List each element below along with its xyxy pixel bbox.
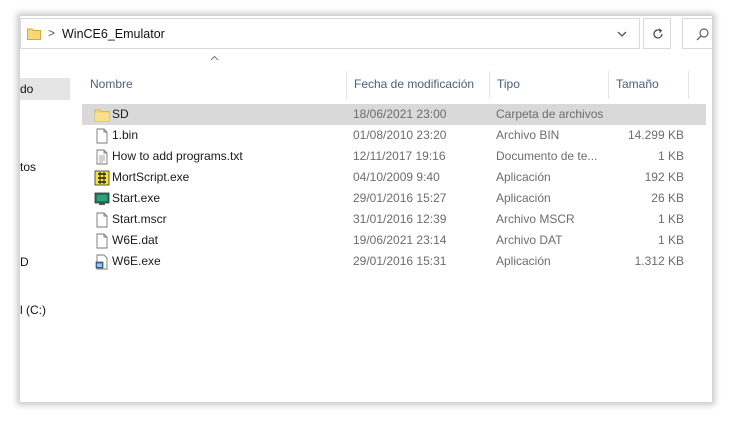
monitor-app-icon	[94, 191, 110, 207]
file-icon	[94, 233, 110, 249]
file-date-modified: 12/11/2017 19:16	[353, 149, 446, 163]
file-type: Carpeta de archivos	[496, 107, 604, 121]
file-row[interactable]: W6E.exe 29/01/2016 15:31 Aplicación 1.312 K…	[82, 251, 706, 272]
nav-item[interactable]: tos	[20, 156, 70, 178]
file-name: How to add programs.txt	[112, 149, 243, 163]
file-date-modified: 19/06/2021 23:14	[353, 233, 447, 247]
search-box[interactable]	[682, 18, 712, 49]
nav-item-label: D	[20, 255, 29, 269]
file-icon	[94, 212, 110, 228]
file-size: 26 KB	[651, 191, 684, 205]
file-size: 1 KB	[657, 233, 684, 247]
search-icon	[696, 28, 709, 41]
file-type: Documento de te...	[496, 149, 598, 163]
file-list: Nombre Fecha de modificación Tipo Tamaño…	[82, 52, 712, 402]
file-date-modified: 18/06/2021 23:00	[353, 107, 447, 121]
file-row[interactable]: Start.mscr 31/01/2016 12:39 Archivo MSCR 1 …	[82, 209, 706, 230]
file-date-modified: 29/01/2016 15:27	[353, 191, 447, 205]
file-date-modified: 01/08/2010 23:20	[353, 128, 447, 142]
column-header-size[interactable]: Tamaño	[608, 69, 688, 99]
file-name: MortScript.exe	[112, 170, 190, 184]
file-date-modified: 04/10/2009 9:40	[353, 170, 440, 184]
file-size: 1 KB	[657, 212, 684, 226]
file-type: Archivo DAT	[496, 233, 563, 247]
file-icon	[94, 128, 110, 144]
refresh-icon	[653, 28, 663, 39]
file-name: W6E.dat	[112, 233, 159, 247]
column-header-type[interactable]: Tipo	[489, 69, 608, 99]
sort-up-arrow-icon	[210, 55, 219, 61]
file-name: Start.exe	[112, 191, 161, 205]
address-bar[interactable]: > WinCE6_Emulator	[20, 18, 640, 49]
nav-item-label: l (C:)	[20, 303, 46, 317]
exe-app-icon	[94, 254, 110, 270]
file-size: 14.299 KB	[627, 128, 684, 142]
file-type: Archivo BIN	[496, 128, 560, 142]
nav-item[interactable]: D	[20, 251, 70, 273]
file-size: 1.312 KB	[634, 254, 684, 268]
breadcrumb-current-folder[interactable]: WinCE6_Emulator	[62, 27, 165, 41]
breadcrumb-separator[interactable]: >	[48, 26, 55, 40]
folder-icon	[27, 28, 41, 40]
file-row[interactable]: How to add programs.txt 12/11/2017 19:16 D…	[82, 146, 706, 167]
folder-icon	[94, 107, 110, 123]
file-row[interactable]: W6E.dat 19/06/2021 23:14 Archivo DAT 1 KB	[82, 230, 706, 251]
file-size: 1 KB	[657, 149, 684, 163]
column-header-name[interactable]: Nombre	[82, 69, 346, 99]
file-type: Aplicación	[496, 254, 551, 268]
column-header-date[interactable]: Fecha de modificación	[346, 69, 489, 99]
file-row[interactable]: SD 18/06/2021 23:00 Carpeta de archivos	[82, 104, 706, 125]
file-date-modified: 31/01/2016 12:39	[353, 212, 447, 226]
file-row[interactable]: Start.exe 29/01/2016 15:27 Aplicación 26 KB	[82, 188, 706, 209]
file-name: Start.mscr	[112, 212, 167, 226]
address-row: > WinCE6_Emulator	[20, 16, 712, 52]
nav-item-label: do	[20, 82, 34, 96]
file-size: 192 KB	[644, 170, 684, 184]
column-divider[interactable]	[688, 71, 689, 99]
script-app-icon	[94, 170, 110, 186]
file-name: SD	[112, 107, 129, 121]
explorer-window: > WinCE6_Emulator do tos D l (C:) Nombre…	[20, 16, 712, 402]
chevron-down-icon[interactable]	[617, 30, 627, 38]
file-row[interactable]: 1.bin 01/08/2010 23:20 Archivo BIN 14.299 K…	[82, 125, 706, 146]
file-date-modified: 29/01/2016 15:31	[353, 254, 447, 268]
file-type: Archivo MSCR	[496, 212, 575, 226]
navigation-pane: do tos D l (C:)	[20, 52, 74, 402]
file-type: Aplicación	[496, 170, 551, 184]
nav-item-label: tos	[20, 160, 37, 174]
nav-item-selected[interactable]: do	[20, 78, 70, 100]
file-row[interactable]: MortScript.exe 04/10/2009 9:40 Aplicación 1…	[82, 167, 706, 188]
nav-item-drive-c[interactable]: l (C:)	[20, 299, 70, 321]
file-type: Aplicación	[496, 191, 551, 205]
refresh-button[interactable]	[643, 18, 671, 49]
file-name: 1.bin	[112, 128, 139, 142]
text-file-icon	[94, 149, 110, 165]
file-name: W6E.exe	[112, 254, 161, 268]
